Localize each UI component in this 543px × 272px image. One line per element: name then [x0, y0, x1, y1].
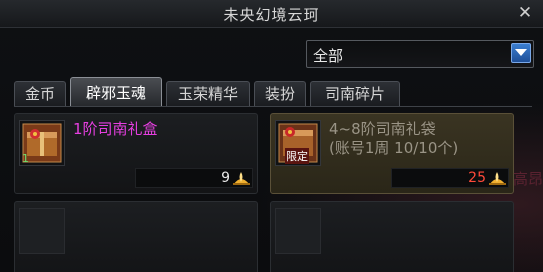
- currency-icon: [233, 172, 250, 185]
- tab-sinan-shards[interactable]: 司南碎片: [310, 81, 400, 106]
- item-purchase-limit: (账号1周 10/10个): [329, 139, 459, 157]
- tab-yurong-essence[interactable]: 玉荣精华: [166, 81, 250, 106]
- filter-selected-value: 全部: [313, 47, 344, 65]
- item-slot[interactable]: 限定: [275, 120, 321, 166]
- item-slot[interactable]: 1: [19, 120, 65, 166]
- dialog-window: 未央幻境云珂 ✕ 全部 金币 辟邪玉魂 玉荣精华 装扮 司南碎片 1 1阶司南礼: [0, 0, 543, 272]
- item-name: 4~8阶司南礼袋: [329, 120, 436, 138]
- item-count: 1: [22, 152, 29, 165]
- price-value: 9: [221, 170, 230, 186]
- shop-item-card[interactable]: [270, 201, 514, 272]
- item-name: 1阶司南礼盒: [73, 120, 158, 138]
- item-slot[interactable]: [275, 208, 321, 254]
- shop-item-card[interactable]: [14, 201, 258, 272]
- tab-gold[interactable]: 金币: [14, 81, 66, 106]
- title-bar[interactable]: 未央幻境云珂 ✕: [0, 0, 543, 28]
- item-slot[interactable]: [19, 208, 65, 254]
- tab-divider: [14, 106, 532, 107]
- currency-icon: [489, 172, 506, 185]
- chevron-down-icon[interactable]: [511, 43, 531, 63]
- background-text: 高昂: [512, 170, 543, 188]
- tab-bixie-yuhun[interactable]: 辟邪玉魂: [70, 77, 162, 107]
- shop-item-card[interactable]: 限定 4~8阶司南礼袋 (账号1周 10/10个) 25: [270, 113, 514, 194]
- price-display: 25: [391, 168, 509, 188]
- price-value: 25: [468, 170, 486, 186]
- category-filter-select[interactable]: 全部: [306, 40, 534, 68]
- window-title: 未央幻境云珂: [223, 6, 320, 24]
- close-icon[interactable]: ✕: [515, 2, 535, 24]
- limited-badge: 限定: [285, 148, 309, 164]
- shop-item-card[interactable]: 1 1阶司南礼盒 9: [14, 113, 258, 194]
- price-display: 9: [135, 168, 253, 188]
- tab-costume[interactable]: 装扮: [254, 81, 306, 106]
